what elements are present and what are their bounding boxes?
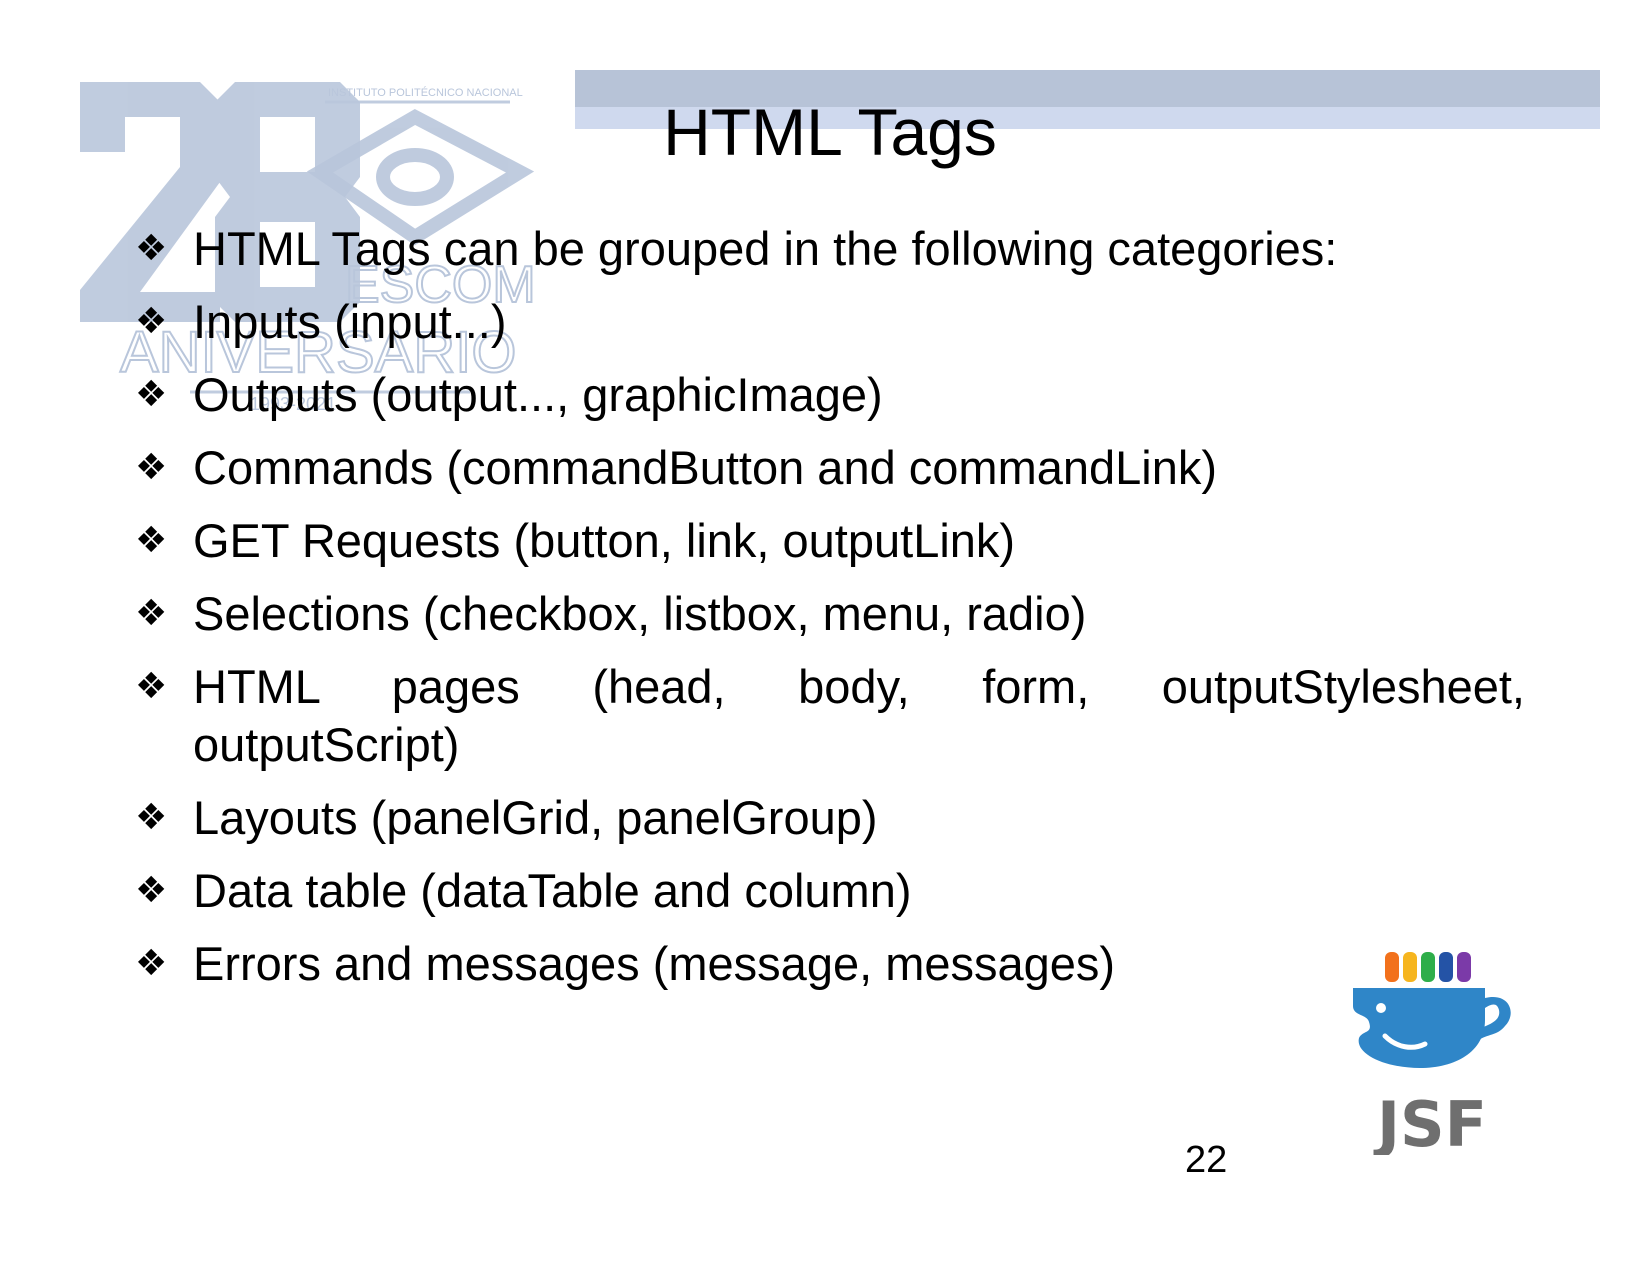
slide-title: HTML Tags <box>663 95 997 169</box>
bullet-text: Inputs (input...) <box>193 295 507 348</box>
diamond-bullet-icon: ❖ <box>135 520 168 561</box>
bullet-item: ❖ Commands (commandButton and commandLin… <box>135 439 1525 497</box>
watermark-ring <box>376 148 454 206</box>
bullet-item: ❖ Data table (dataTable and column) <box>135 862 1525 920</box>
cup-icon <box>1353 988 1511 1068</box>
jsf-logo-text: JSF <box>1373 1088 1487 1155</box>
steam-bars-icon <box>1385 952 1471 982</box>
bullet-text: Outputs (output..., graphicImage) <box>193 368 883 421</box>
jsf-logo: JSF <box>1353 952 1511 1155</box>
bullet-text: HTML Tags can be grouped in the followin… <box>193 222 1338 275</box>
bullet-list: ❖ HTML Tags can be grouped in the follow… <box>135 220 1525 1008</box>
diamond-bullet-icon: ❖ <box>135 301 168 342</box>
diamond-bullet-icon: ❖ <box>135 943 168 984</box>
bullet-item: ❖ HTML Tags can be grouped in the follow… <box>135 220 1525 278</box>
watermark-institution: INSTITUTO POLITÉCNICO NACIONAL <box>328 86 523 99</box>
bullet-text: Errors and messages (message, messages) <box>193 937 1116 990</box>
bullet-text-line1: HTML pages (head, body, form, outputStyl… <box>193 660 1525 713</box>
diamond-bullet-icon: ❖ <box>135 593 168 634</box>
diamond-bullet-icon: ❖ <box>135 374 168 415</box>
bullet-item: ❖ Errors and messages (message, messages… <box>135 935 1525 993</box>
diamond-bullet-icon: ❖ <box>135 447 168 488</box>
bullet-text: Commands (commandButton and commandLink) <box>193 441 1218 494</box>
page-number: 22 <box>1185 1139 1228 1181</box>
bullet-text-line2: outputScript) <box>193 718 460 771</box>
bullet-item: ❖ Outputs (output..., graphicImage) <box>135 366 1525 424</box>
bullet-text: Data table (dataTable and column) <box>193 864 912 917</box>
diamond-bullet-icon: ❖ <box>135 870 168 911</box>
bullet-item: ❖ Selections (checkbox, listbox, menu, r… <box>135 585 1525 643</box>
bullet-text: GET Requests (button, link, outputLink) <box>193 514 1016 567</box>
bullet-text: Layouts (panelGrid, panelGroup) <box>193 791 878 844</box>
bullet-item: ❖ GET Requests (button, link, outputLink… <box>135 512 1525 570</box>
bullet-text: Selections (checkbox, listbox, menu, rad… <box>193 587 1087 640</box>
bullet-item: ❖ HTML pages (head, body, form, outputSt… <box>135 658 1525 774</box>
diamond-bullet-icon: ❖ <box>135 797 168 838</box>
bullet-item: ❖ Layouts (panelGrid, panelGroup) <box>135 789 1525 847</box>
bullet-item: ❖ Inputs (input...) <box>135 293 1525 351</box>
diamond-bullet-icon: ❖ <box>135 228 168 269</box>
diamond-bullet-icon: ❖ <box>135 666 168 707</box>
slide: INSTITUTO POLITÉCNICO NACIONAL ESCOM ANI… <box>0 0 1650 1275</box>
